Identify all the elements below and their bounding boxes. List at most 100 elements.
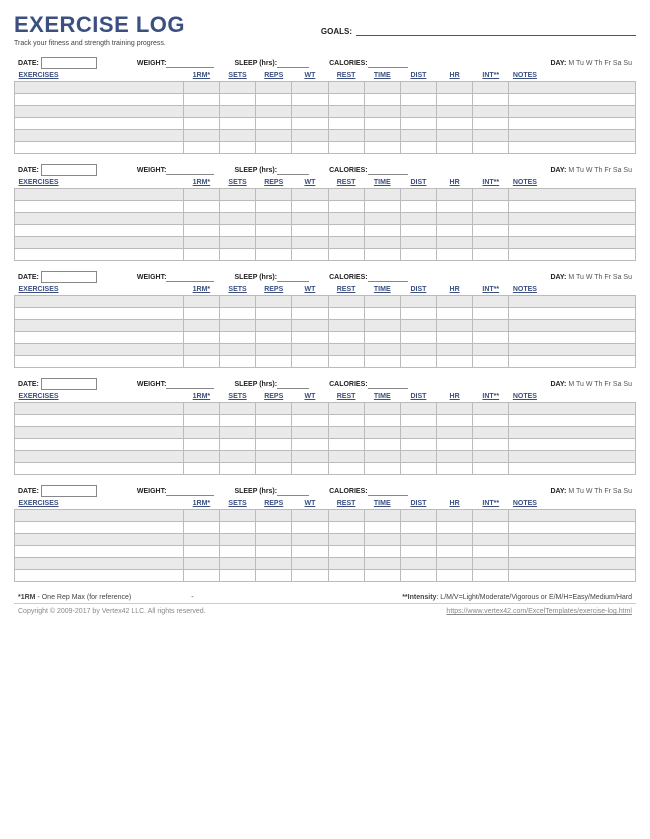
cell[interactable]: [437, 403, 473, 415]
cell[interactable]: [256, 427, 292, 439]
cell[interactable]: [509, 546, 636, 558]
cell[interactable]: [219, 415, 255, 427]
sleep-input[interactable]: [277, 379, 309, 389]
cell[interactable]: [437, 463, 473, 475]
cell[interactable]: [256, 130, 292, 142]
cell[interactable]: [400, 522, 436, 534]
cell[interactable]: [328, 130, 364, 142]
cell[interactable]: [219, 510, 255, 522]
cell[interactable]: [473, 308, 509, 320]
cell[interactable]: [400, 451, 436, 463]
cell[interactable]: [183, 189, 219, 201]
cell[interactable]: [400, 344, 436, 356]
cell[interactable]: [473, 570, 509, 582]
table-row[interactable]: [15, 82, 636, 94]
cell[interactable]: [328, 332, 364, 344]
cell[interactable]: [256, 118, 292, 130]
cell[interactable]: [509, 522, 636, 534]
cell[interactable]: [473, 332, 509, 344]
cell[interactable]: [183, 249, 219, 261]
cell[interactable]: [292, 415, 328, 427]
cell[interactable]: [328, 439, 364, 451]
cell[interactable]: [473, 558, 509, 570]
calories-input[interactable]: [368, 165, 408, 175]
cell[interactable]: [364, 463, 400, 475]
cell[interactable]: [437, 320, 473, 332]
cell[interactable]: [328, 201, 364, 213]
cell[interactable]: [437, 356, 473, 368]
cell[interactable]: [292, 344, 328, 356]
cell[interactable]: [437, 427, 473, 439]
cell[interactable]: [400, 463, 436, 475]
cell[interactable]: [219, 534, 255, 546]
cell[interactable]: [473, 94, 509, 106]
cell[interactable]: [292, 403, 328, 415]
table-row[interactable]: [15, 439, 636, 451]
cell[interactable]: [328, 510, 364, 522]
cell[interactable]: [183, 118, 219, 130]
cell[interactable]: [364, 403, 400, 415]
cell[interactable]: [437, 213, 473, 225]
cell[interactable]: [183, 225, 219, 237]
cell[interactable]: [437, 510, 473, 522]
cell[interactable]: [473, 142, 509, 154]
cell[interactable]: [509, 237, 636, 249]
cell[interactable]: [364, 558, 400, 570]
source-url[interactable]: https://www.vertex42.com/ExcelTemplates/…: [446, 608, 632, 615]
date-input[interactable]: [41, 271, 97, 283]
cell[interactable]: [15, 510, 184, 522]
table-row[interactable]: [15, 344, 636, 356]
weight-input[interactable]: [166, 486, 214, 496]
table-row[interactable]: [15, 558, 636, 570]
cell[interactable]: [400, 546, 436, 558]
cell[interactable]: [292, 308, 328, 320]
cell[interactable]: [473, 296, 509, 308]
cell[interactable]: [400, 534, 436, 546]
cell[interactable]: [292, 332, 328, 344]
cell[interactable]: [473, 427, 509, 439]
cell[interactable]: [509, 415, 636, 427]
table-row[interactable]: [15, 463, 636, 475]
cell[interactable]: [473, 356, 509, 368]
cell[interactable]: [15, 189, 184, 201]
cell[interactable]: [292, 451, 328, 463]
cell[interactable]: [437, 249, 473, 261]
cell[interactable]: [364, 201, 400, 213]
cell[interactable]: [400, 427, 436, 439]
cell[interactable]: [509, 142, 636, 154]
cell[interactable]: [183, 558, 219, 570]
table-row[interactable]: [15, 570, 636, 582]
cell[interactable]: [183, 213, 219, 225]
cell[interactable]: [328, 237, 364, 249]
cell[interactable]: [509, 403, 636, 415]
cell[interactable]: [256, 558, 292, 570]
cell[interactable]: [256, 510, 292, 522]
cell[interactable]: [400, 570, 436, 582]
cell[interactable]: [15, 296, 184, 308]
cell[interactable]: [256, 213, 292, 225]
cell[interactable]: [473, 415, 509, 427]
day-selector[interactable]: DAY: M Tu W Th Fr Sa Su: [550, 167, 632, 174]
cell[interactable]: [473, 237, 509, 249]
cell[interactable]: [437, 558, 473, 570]
cell[interactable]: [437, 522, 473, 534]
table-row[interactable]: [15, 534, 636, 546]
cell[interactable]: [183, 296, 219, 308]
cell[interactable]: [364, 237, 400, 249]
cell[interactable]: [219, 463, 255, 475]
cell[interactable]: [473, 546, 509, 558]
cell[interactable]: [400, 237, 436, 249]
cell[interactable]: [437, 189, 473, 201]
cell[interactable]: [437, 201, 473, 213]
cell[interactable]: [473, 522, 509, 534]
cell[interactable]: [473, 403, 509, 415]
cell[interactable]: [183, 106, 219, 118]
cell[interactable]: [473, 249, 509, 261]
cell[interactable]: [364, 213, 400, 225]
cell[interactable]: [219, 427, 255, 439]
cell[interactable]: [328, 296, 364, 308]
cell[interactable]: [437, 106, 473, 118]
cell[interactable]: [509, 189, 636, 201]
date-input[interactable]: [41, 485, 97, 497]
cell[interactable]: [364, 320, 400, 332]
